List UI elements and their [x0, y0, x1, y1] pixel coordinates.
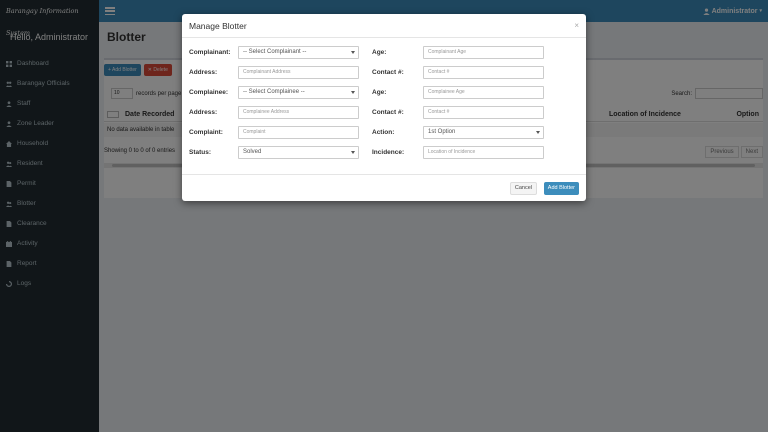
- form-row: Complainant: -- Select Complainant -- Age:…: [182, 46, 586, 60]
- caret-down-icon: [536, 131, 540, 134]
- action-select[interactable]: 1st Option: [423, 126, 544, 139]
- address-label: Address:: [189, 69, 218, 76]
- complainee-select[interactable]: -- Select Complainee --: [238, 86, 359, 99]
- caret-down-icon: [351, 51, 355, 54]
- caret-down-icon: [351, 91, 355, 94]
- cancel-button[interactable]: Cancel: [509, 182, 537, 195]
- form-row: Address: Complainee Address Contact #: Cont…: [182, 106, 586, 120]
- age-label: Age:: [372, 89, 387, 96]
- status-select[interactable]: Solved: [238, 146, 359, 159]
- form-row: Address: Complainant Address Contact #: Con…: [182, 66, 586, 80]
- address-label: Address:: [189, 109, 218, 116]
- contact-input[interactable]: Contact #: [423, 106, 544, 119]
- close-icon[interactable]: ×: [574, 21, 579, 30]
- contact-label: Contact #:: [372, 109, 404, 116]
- incidence-input[interactable]: Location of Incidence: [423, 146, 544, 159]
- age-input[interactable]: Complainee Age: [423, 86, 544, 99]
- form-row: Complainee: -- Select Complainee -- Age: Co…: [182, 86, 586, 100]
- modal-title: Manage Blotter: [189, 20, 247, 31]
- manage-blotter-modal: Manage Blotter × Complainant: -- Select C…: [182, 14, 586, 201]
- complaint-label: Complaint:: [189, 129, 223, 136]
- age-input[interactable]: Complainant Age: [423, 46, 544, 59]
- complainee-label: Complainee:: [189, 89, 229, 96]
- address-input[interactable]: Complainee Address: [238, 106, 359, 119]
- action-label: Action:: [372, 129, 395, 136]
- complainant-label: Complainant:: [189, 49, 231, 56]
- contact-input[interactable]: Contact #: [423, 66, 544, 79]
- add-blotter-submit-button[interactable]: Add Blotter: [543, 182, 579, 195]
- age-label: Age:: [372, 49, 387, 56]
- incidence-label: Incidence:: [372, 149, 405, 156]
- complainant-select[interactable]: -- Select Complainant --: [238, 46, 359, 59]
- form-row: Status: Solved Incidence: Location of Incid…: [182, 146, 586, 160]
- modal-form: Complainant: -- Select Complainant -- Age:…: [182, 38, 586, 174]
- status-label: Status:: [189, 149, 212, 156]
- caret-down-icon: [351, 151, 355, 154]
- address-input[interactable]: Complainant Address: [238, 66, 359, 79]
- contact-label: Contact #:: [372, 69, 404, 76]
- form-row: Complaint: Complaint Action: 1st Option: [182, 126, 586, 140]
- complaint-input[interactable]: Complaint: [238, 126, 359, 139]
